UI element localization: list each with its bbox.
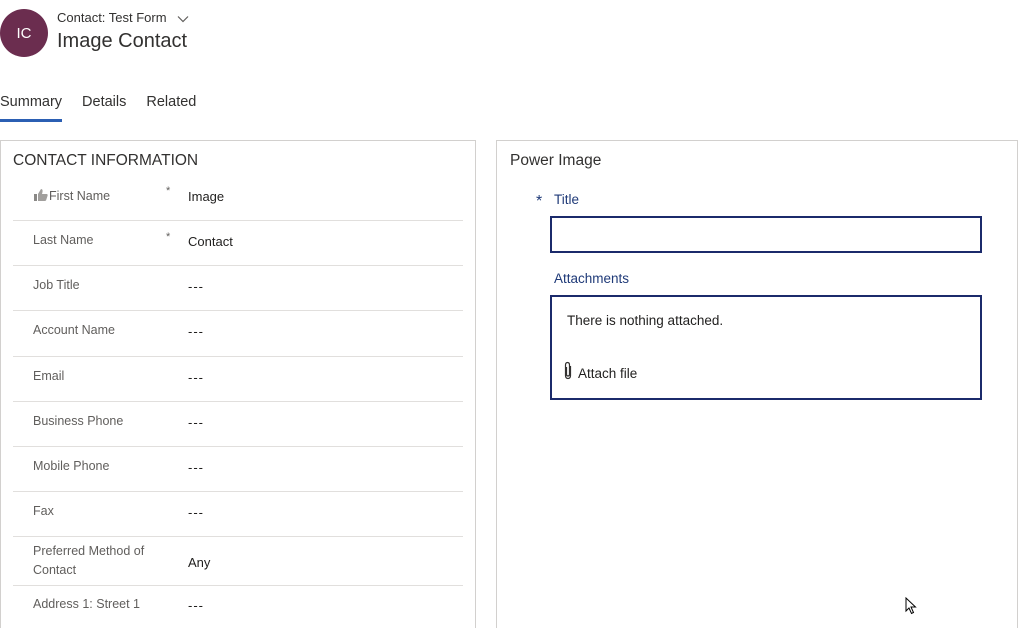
field-value[interactable]: --- bbox=[188, 279, 204, 294]
field-value[interactable]: --- bbox=[188, 460, 204, 475]
field-value[interactable]: Any bbox=[188, 555, 210, 570]
tab-summary[interactable]: Summary bbox=[0, 94, 63, 122]
field-label: First Name bbox=[33, 187, 110, 206]
attachments-label: Attachments bbox=[554, 271, 630, 286]
field-row-business-phone[interactable]: Business Phone --- bbox=[13, 402, 463, 447]
field-row-fax[interactable]: Fax --- bbox=[13, 492, 463, 537]
attachments-box: There is nothing attached. Attach file bbox=[550, 295, 982, 400]
field-label: Fax bbox=[33, 504, 54, 518]
field-label: Email bbox=[33, 369, 65, 383]
field-value[interactable]: --- bbox=[188, 324, 204, 339]
section-title: Power Image bbox=[510, 152, 602, 169]
field-row-first-name[interactable]: First Name * Image bbox=[13, 176, 463, 221]
required-marker: * bbox=[166, 185, 171, 197]
tab-related[interactable]: Related bbox=[146, 94, 196, 122]
field-row-last-name[interactable]: Last Name * Contact bbox=[13, 221, 463, 266]
record-title: Image Contact bbox=[57, 30, 188, 52]
field-value[interactable]: Image bbox=[188, 189, 224, 204]
required-marker: * bbox=[536, 193, 543, 210]
contact-information-section: CONTACT INFORMATION First Name * Image L… bbox=[0, 140, 476, 628]
chevron-down-icon[interactable] bbox=[177, 12, 189, 24]
field-row-mobile-phone[interactable]: Mobile Phone --- bbox=[13, 447, 463, 492]
field-row-account-name[interactable]: Account Name --- bbox=[13, 311, 463, 357]
power-image-section: Power Image * Title Attachments There is… bbox=[496, 140, 1018, 628]
form-selector[interactable]: Contact: Test Form bbox=[57, 10, 189, 25]
field-label: Job Title bbox=[33, 278, 80, 292]
field-value[interactable]: --- bbox=[188, 415, 204, 430]
section-title: CONTACT INFORMATION bbox=[13, 152, 199, 169]
record-header: IC Contact: Test Form Image Contact bbox=[0, 0, 1024, 80]
form-selector-label: Contact: Test Form bbox=[57, 10, 167, 25]
attach-file-label: Attach file bbox=[578, 366, 638, 381]
paperclip-icon bbox=[561, 361, 575, 386]
field-value[interactable]: Contact bbox=[188, 234, 233, 249]
field-value[interactable]: --- bbox=[188, 505, 204, 520]
tab-details[interactable]: Details bbox=[82, 94, 126, 122]
field-value[interactable]: --- bbox=[188, 370, 204, 385]
field-row-email[interactable]: Email --- bbox=[13, 357, 463, 402]
field-list: First Name * Image Last Name * Contact J… bbox=[13, 176, 463, 626]
required-marker: * bbox=[166, 231, 171, 243]
title-field-label: Title bbox=[554, 192, 580, 207]
field-label: Address 1: Street 1 bbox=[33, 597, 141, 611]
field-row-address-street-1[interactable]: Address 1: Street 1 --- bbox=[13, 586, 463, 626]
thumbs-up-icon bbox=[33, 188, 49, 202]
field-row-preferred-method-of-contact[interactable]: Preferred Method of Contact Any bbox=[13, 537, 463, 586]
avatar: IC bbox=[0, 9, 48, 57]
mouse-cursor-icon bbox=[905, 596, 917, 615]
field-label: Business Phone bbox=[33, 414, 124, 428]
field-row-job-title[interactable]: Job Title --- bbox=[13, 266, 463, 311]
field-label: Account Name bbox=[33, 323, 115, 337]
attach-file-button[interactable]: Attach file bbox=[561, 361, 637, 386]
empty-attachments-text: There is nothing attached. bbox=[567, 313, 724, 328]
field-value[interactable]: --- bbox=[188, 598, 204, 613]
field-label: Mobile Phone bbox=[33, 459, 110, 473]
field-label: Last Name bbox=[33, 233, 94, 247]
title-input[interactable] bbox=[550, 216, 982, 253]
field-label: Preferred Method of Contact bbox=[33, 544, 145, 577]
tab-bar: Summary Details Related bbox=[0, 94, 216, 124]
